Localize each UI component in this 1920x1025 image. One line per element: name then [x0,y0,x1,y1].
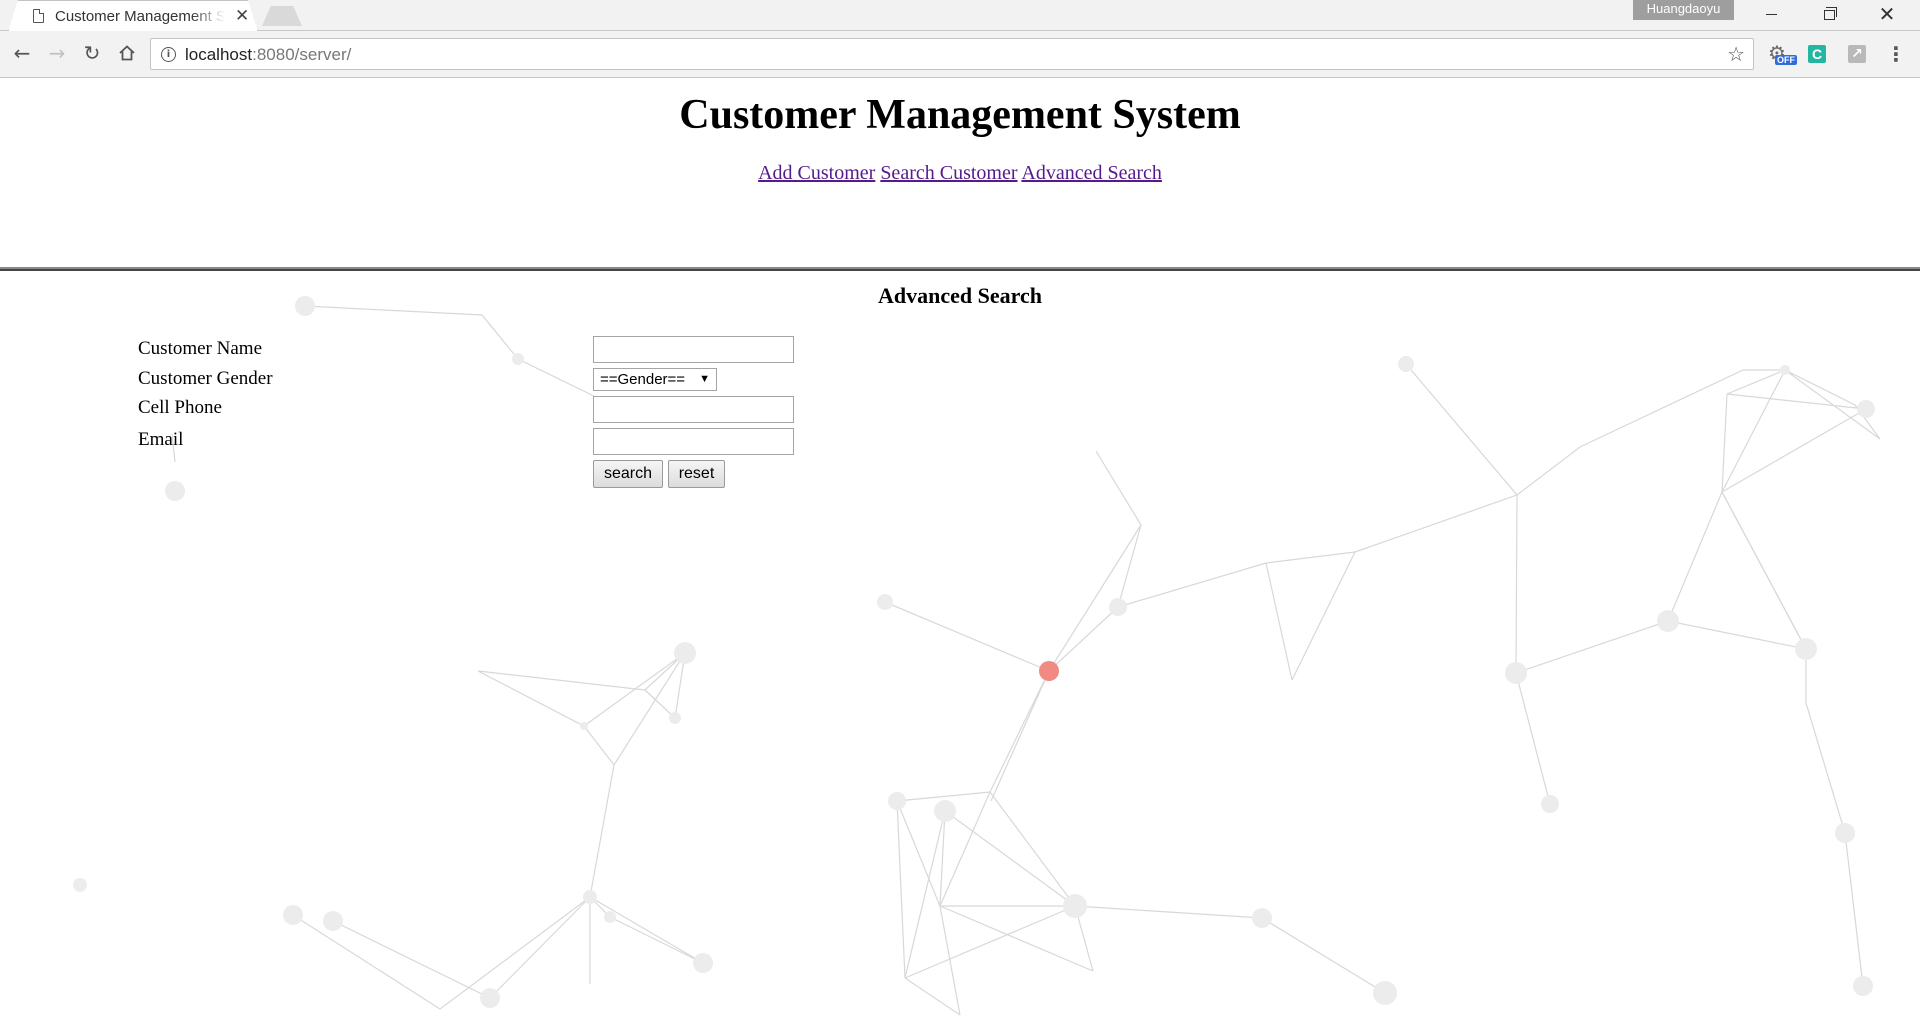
arrow-right-icon: → [48,41,66,65]
advanced-search-link[interactable]: Advanced Search [1021,162,1162,184]
pdf-extension-icon[interactable]: ↗ [1848,45,1866,63]
menu-icon[interactable]: ⋮ [1886,41,1906,67]
reload-icon: ↻ [83,41,101,65]
document-icon [33,9,44,23]
search-button[interactable]: search [593,460,663,488]
reload-button[interactable]: ↻ [78,39,106,67]
forward-button[interactable]: → [43,39,71,67]
browser-tab[interactable]: Customer Management System ✕ [8,0,258,32]
gender-selected-value: ==Gender== [600,371,686,388]
arrow-left-icon: ← [13,41,31,65]
gender-select[interactable]: ==Gender== ▼ [593,368,717,391]
top-nav: Add Customer Search Customer Advanced Se… [0,162,1920,185]
tab-close-icon[interactable]: ✕ [235,6,249,26]
off-badge: OFF [1775,55,1797,65]
url-host: localhost [185,45,253,64]
extension-c-button[interactable]: C [1808,45,1826,63]
close-icon: ✕ [1878,2,1896,26]
url-path: :8080/server/ [252,45,352,64]
particle-network-background [73,296,1881,1016]
email-label: Email [138,429,184,450]
url-text[interactable]: localhost:8080/server/ [185,45,351,65]
window-close-button[interactable]: ✕ [1864,0,1910,28]
search-customer-link[interactable]: Search Customer [880,162,1017,184]
cell-phone-input[interactable] [593,396,794,423]
page-title: Customer Management System [679,92,1241,138]
minimize-icon [1765,14,1777,15]
tab-strip: Customer Management System ✕ Huangdaoyu … [0,0,1920,32]
bookmark-star-icon[interactable]: ☆ [1727,42,1745,66]
extension-off-button[interactable]: ⚙ OFF [1766,40,1797,66]
home-button[interactable] [113,39,141,67]
back-button[interactable]: ← [8,39,36,67]
address-bar[interactable]: i localhost:8080/server/ ☆ [150,38,1754,70]
home-icon [119,45,135,61]
tab-title: Customer Management System [55,8,225,25]
new-tab-button[interactable] [262,6,302,26]
cell-phone-label: Cell Phone [138,397,222,418]
reset-button[interactable]: reset [668,460,725,488]
header-divider [0,267,1920,271]
add-customer-link[interactable]: Add Customer [758,162,875,184]
dropdown-arrow-icon: ▼ [699,373,710,385]
restore-icon [1823,6,1837,20]
section-title: Advanced Search [878,283,1042,308]
minimize-button[interactable] [1748,0,1794,28]
profile-name[interactable]: Huangdaoyu [1633,0,1734,20]
info-icon[interactable]: i [161,47,176,62]
customer-gender-label: Customer Gender [138,368,273,389]
page-content: Customer Management System Add Customer … [0,79,1920,1025]
customer-name-input[interactable] [593,336,794,363]
customer-name-label: Customer Name [138,338,263,359]
restore-button[interactable] [1806,0,1852,28]
browser-toolbar: ← → ↻ i localhost:8080/server/ ☆ ⚙ OFF C… [0,31,1920,78]
email-input[interactable] [593,428,794,455]
